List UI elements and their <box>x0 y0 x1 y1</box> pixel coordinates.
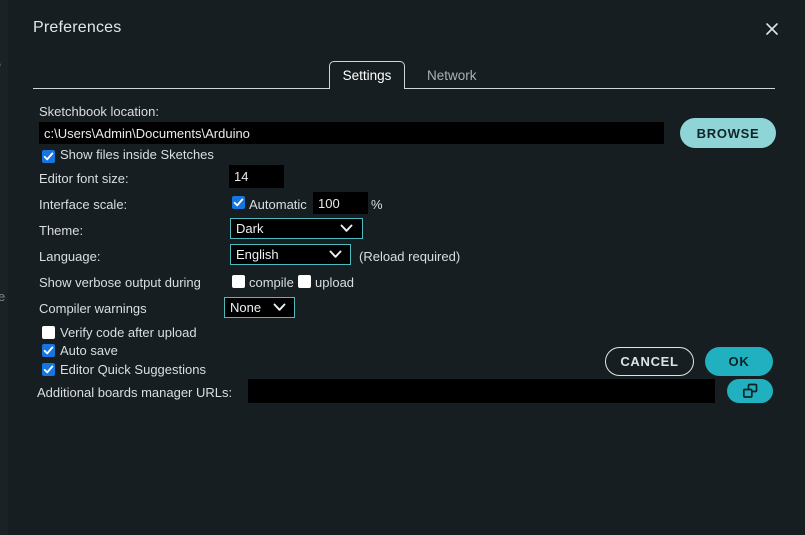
checkbox-box <box>42 326 55 339</box>
compiler-warnings-label: Compiler warnings <box>39 301 147 316</box>
browse-button-label: BROWSE <box>696 125 760 141</box>
browse-button[interactable]: BROWSE <box>680 118 776 148</box>
checkbox-box <box>232 275 245 288</box>
check-icon <box>43 346 54 355</box>
show-files-inside-sketches-checkbox[interactable] <box>42 150 55 163</box>
auto-save-checkbox[interactable] <box>42 344 55 357</box>
editor-quick-suggestions-label[interactable]: Editor Quick Suggestions <box>60 362 206 377</box>
interface-scale-input[interactable] <box>313 192 368 214</box>
verify-code-after-upload-label[interactable]: Verify code after upload <box>60 325 197 340</box>
verbose-compile-checkbox[interactable] <box>232 275 245 288</box>
check-icon <box>233 198 244 207</box>
close-icon[interactable] <box>759 16 785 42</box>
tab-settings[interactable]: Settings <box>329 61 405 91</box>
additional-urls-label: Additional boards manager URLs: <box>37 385 233 400</box>
interface-scale-label: Interface scale: <box>39 197 128 212</box>
language-select[interactable]: English <box>230 244 351 265</box>
background-ghost-text-mid: e <box>0 289 6 304</box>
language-reload-note: (Reload required) <box>359 249 461 264</box>
editor-quick-suggestions-checkbox[interactable] <box>42 363 55 376</box>
verbose-upload-checkbox[interactable] <box>298 275 311 288</box>
additional-urls-input[interactable] <box>248 379 715 403</box>
background-window-sliver: , e <box>0 0 8 535</box>
language-label: Language: <box>39 249 101 264</box>
interface-scale-automatic-label[interactable]: Automatic <box>249 197 307 212</box>
sketchbook-location-input[interactable] <box>39 122 664 144</box>
editor-font-size-label: Editor font size: <box>39 171 129 186</box>
ok-button-label: OK <box>728 354 750 369</box>
dialog-titlebar: Preferences <box>8 0 805 58</box>
compiler-warnings-select[interactable]: None <box>224 297 295 318</box>
tab-network-label: Network <box>427 67 477 83</box>
tab-settings-label: Settings <box>342 68 392 83</box>
additional-urls-open-button[interactable] <box>727 379 773 403</box>
page-title: Preferences <box>33 19 122 36</box>
ok-button[interactable]: OK <box>705 347 773 376</box>
sketchbook-location-label: Sketchbook location: <box>39 104 159 119</box>
verbose-output-label: Show verbose output during <box>39 275 201 290</box>
open-window-icon <box>742 383 757 398</box>
preferences-dialog: Preferences Settings Network Sketchbook … <box>8 0 805 535</box>
verbose-compile-label[interactable]: compile <box>249 275 294 290</box>
theme-select[interactable]: Dark <box>230 218 363 239</box>
checkbox-box <box>298 275 311 288</box>
check-icon <box>43 365 54 374</box>
show-files-inside-sketches-label[interactable]: Show files inside Sketches <box>60 147 214 162</box>
tab-bar: Settings Network <box>8 58 805 91</box>
cancel-button-label: CANCEL <box>620 354 679 369</box>
verify-code-after-upload-checkbox[interactable] <box>42 326 55 339</box>
interface-scale-unit: % <box>371 197 383 212</box>
interface-scale-automatic-checkbox[interactable] <box>232 196 245 209</box>
cancel-button[interactable]: CANCEL <box>605 347 694 376</box>
editor-font-size-input[interactable] <box>229 165 284 188</box>
verbose-upload-label[interactable]: upload <box>315 275 354 290</box>
background-ghost-text-top: , <box>0 53 2 68</box>
tab-network[interactable]: Network <box>413 61 491 89</box>
theme-label: Theme: <box>39 223 84 238</box>
auto-save-label[interactable]: Auto save <box>60 343 118 358</box>
check-icon <box>43 152 54 161</box>
